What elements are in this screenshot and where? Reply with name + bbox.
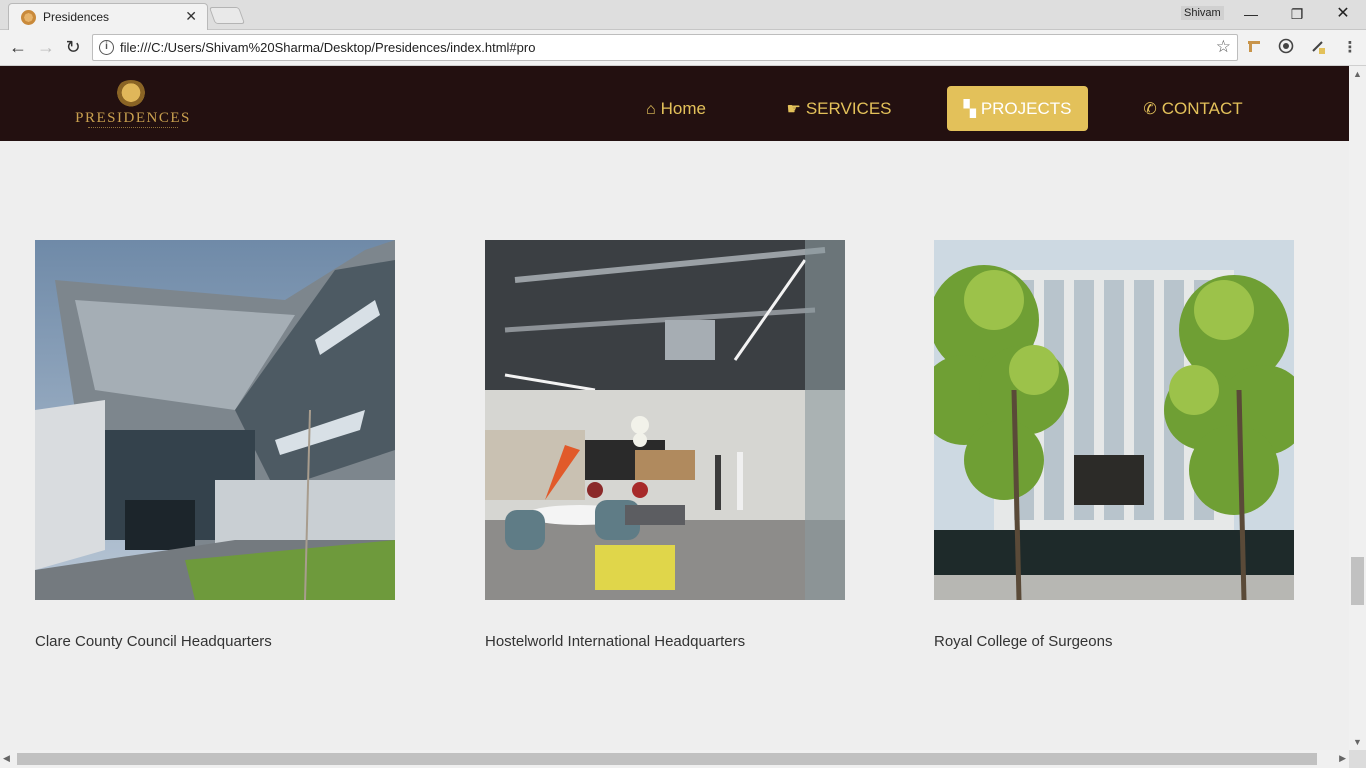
project-image[interactable] bbox=[934, 240, 1294, 600]
extension-pin-icon[interactable] bbox=[1244, 38, 1264, 58]
close-window-button[interactable]: ✕ bbox=[1321, 2, 1365, 26]
page-viewport: PRESIDENCES ⌂ Home ☛ SERVICES ▚ PROJECTS ✆ C… bbox=[0, 66, 1349, 750]
scroll-up-icon[interactable]: ▲ bbox=[1353, 69, 1362, 79]
nav-home[interactable]: ⌂ Home bbox=[636, 86, 716, 131]
phone-icon: ✆ bbox=[1143, 101, 1157, 118]
minimize-button[interactable]: — bbox=[1229, 2, 1273, 26]
project-image[interactable] bbox=[485, 240, 845, 600]
scroll-down-icon[interactable]: ▼ bbox=[1353, 737, 1362, 747]
vertical-scroll-thumb[interactable] bbox=[1351, 557, 1364, 605]
horizontal-scroll-thumb[interactable] bbox=[17, 753, 1317, 765]
sitemap-icon: ▚ bbox=[963, 101, 976, 118]
vertical-scrollbar[interactable]: ▲ ▼ bbox=[1349, 66, 1366, 750]
forward-button[interactable]: → bbox=[34, 36, 58, 60]
horizontal-scrollbar[interactable]: ◀ ▶ bbox=[0, 750, 1349, 768]
extension-record-icon[interactable] bbox=[1276, 38, 1296, 58]
browser-toolbar: ← → ↻ i file:///C:/Users/Shivam%20Sharma… bbox=[0, 30, 1366, 66]
restore-button[interactable]: ❐ bbox=[1275, 2, 1319, 26]
tab-title: Presidences bbox=[43, 10, 110, 24]
browser-tab[interactable]: Presidences ✕ bbox=[8, 3, 208, 30]
nav-projects[interactable]: ▚ PROJECTS bbox=[947, 86, 1088, 131]
project-title[interactable]: Hostelworld International Headquarters bbox=[485, 633, 745, 650]
project-card[interactable]: Clare County Council Headquarters bbox=[35, 240, 395, 650]
scroll-left-icon[interactable]: ◀ bbox=[3, 753, 10, 764]
logo-text: PRESIDENCES bbox=[75, 110, 191, 126]
info-icon[interactable]: i bbox=[99, 40, 114, 55]
url-text[interactable]: file:///C:/Users/Shivam%20Sharma/Desktop… bbox=[120, 40, 535, 55]
nav-contact-label: CONTACT bbox=[1161, 99, 1243, 118]
handshake-icon: ☛ bbox=[786, 101, 801, 118]
browser-tabbar: Presidences ✕ Shivam — ❐ ✕ bbox=[0, 0, 1366, 30]
bookmark-star-icon[interactable]: ☆ bbox=[1216, 37, 1231, 57]
favicon-icon bbox=[21, 10, 36, 25]
extension-dropper-icon[interactable] bbox=[1308, 38, 1328, 58]
nav-contact[interactable]: ✆ CONTACT bbox=[1143, 86, 1243, 131]
project-title[interactable]: Clare County Council Headquarters bbox=[35, 633, 272, 650]
nav-services-label: SERVICES bbox=[805, 99, 892, 118]
site-header: PRESIDENCES ⌂ Home ☛ SERVICES ▚ PROJECTS ✆ C… bbox=[0, 66, 1349, 141]
back-button[interactable]: ← bbox=[6, 36, 30, 60]
site-logo[interactable]: PRESIDENCES bbox=[64, 78, 202, 132]
nav-home-label: Home bbox=[660, 99, 707, 118]
logo-underline bbox=[88, 127, 178, 130]
new-tab-button[interactable] bbox=[208, 7, 246, 24]
nav-services[interactable]: ☛ SERVICES bbox=[785, 86, 893, 131]
home-icon: ⌂ bbox=[645, 101, 656, 118]
profile-button[interactable]: Shivam bbox=[1181, 6, 1224, 20]
project-image[interactable] bbox=[35, 240, 395, 600]
project-card[interactable]: Royal College of Surgeons bbox=[934, 240, 1294, 650]
project-title[interactable]: Royal College of Surgeons bbox=[934, 633, 1112, 650]
nav-projects-label: PROJECTS bbox=[980, 99, 1072, 118]
tab-close-icon[interactable]: ✕ bbox=[185, 8, 197, 25]
reload-button[interactable]: ↻ bbox=[61, 36, 85, 60]
browser-menu-icon[interactable]: ⋮ bbox=[1340, 38, 1360, 58]
scroll-right-icon[interactable]: ▶ bbox=[1339, 753, 1346, 764]
scrollbar-corner bbox=[1349, 750, 1366, 768]
project-card[interactable]: Hostelworld International Headquarters bbox=[485, 240, 845, 650]
lion-crest-icon bbox=[114, 80, 148, 108]
address-bar[interactable]: i file:///C:/Users/Shivam%20Sharma/Deskt… bbox=[92, 34, 1238, 61]
